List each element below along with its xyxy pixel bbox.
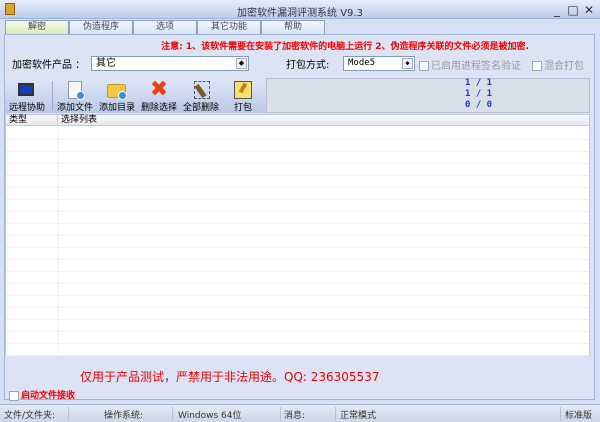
status-bar: 文件/文件夹: 操作系统: Windows 64位 消息: 正常模式 标准版 (0, 404, 600, 422)
os-value: Windows 64位 (178, 411, 242, 421)
delete-all-button[interactable]: 全部删除 (180, 78, 222, 113)
row-gridline (6, 283, 589, 284)
os-label: 操作系统: (104, 411, 144, 421)
row-gridline (6, 199, 589, 200)
product-label: 加密软件产品 ： (12, 60, 86, 71)
pack-icon (232, 80, 254, 100)
row-gridline (6, 295, 589, 296)
pack-button[interactable]: 打包 (225, 78, 261, 113)
folder-add-icon (106, 80, 128, 100)
toolbar: 远程协助 添加文件 添加目录 ✖ 删除选择 全部删除 打包 (5, 78, 266, 113)
row-gridline (6, 235, 589, 236)
checkbox-box (419, 61, 429, 71)
title-bar: 加密软件漏洞评测系统 V9.3 _ □ ✕ (0, 0, 600, 19)
tab-help[interactable]: 帮助 (261, 20, 325, 34)
mix-pack-checkbox[interactable]: 混合打包 (532, 57, 584, 72)
chevron-down-icon: ◆ (236, 58, 247, 69)
row-gridline (6, 259, 589, 260)
row-gridline (6, 319, 589, 320)
row-gridline (6, 307, 589, 308)
file-label: 文件/文件夹: (4, 411, 56, 421)
counter-1: 1 / 1 (465, 78, 493, 88)
pack-value: Mode5 (348, 58, 376, 68)
row-gridline (6, 139, 589, 140)
delete-icon: ✖ (149, 77, 169, 102)
file-list[interactable]: 类型 选择列表 (5, 114, 590, 357)
file-add-icon (64, 80, 86, 100)
sign-verify-checkbox[interactable]: 已启用进程签名验证 (419, 57, 521, 72)
chevron-down-icon: ◆ (402, 58, 413, 69)
tab-options[interactable]: 选项 (133, 20, 197, 34)
product-value: 其它 (96, 58, 116, 69)
column-selection[interactable]: 选择列表 (58, 115, 97, 125)
tab-bar: 解密 伪造程序 选项 其它功能 帮助 (5, 20, 325, 34)
progress-area (266, 78, 590, 113)
pack-label: 打包方式: (286, 60, 330, 71)
tab-decrypt[interactable]: 解密 (5, 20, 69, 34)
row-gridline (6, 331, 589, 332)
monitor-icon (16, 80, 38, 100)
remote-label: 远程协助 (8, 103, 45, 113)
row-gridline (6, 343, 589, 344)
row-gridline (6, 163, 589, 164)
row-gridline (6, 211, 589, 212)
add-dir-button[interactable]: 添加目录 (96, 78, 138, 113)
broom-icon (190, 80, 212, 100)
tab-forge[interactable]: 伪造程序 (69, 20, 133, 34)
row-gridline (6, 247, 589, 248)
product-select[interactable]: 其它 ◆ (91, 56, 249, 71)
pack-label: 打包 (233, 103, 252, 113)
row-gridline (6, 151, 589, 152)
row-gridline (6, 187, 589, 188)
add-dir-label: 添加目录 (98, 103, 135, 113)
window-title: 加密软件漏洞评测系统 V9.3 (237, 8, 363, 19)
message-value: 正常模式 (340, 411, 377, 421)
maximize-button[interactable]: □ (566, 3, 580, 17)
tab-other[interactable]: 其它功能 (197, 20, 261, 34)
delete-selected-button[interactable]: ✖ 删除选择 (138, 77, 180, 114)
mix-pack-label: 混合打包 (544, 61, 584, 72)
checkbox-box (9, 390, 19, 401)
sign-verify-label: 已启用进程签名验证 (431, 61, 521, 72)
notice-text: 注意: 1、该软件需要在安装了加密软件的电脑上运行 2、伪造程序关联的文件必须是… (161, 42, 529, 52)
row-gridline (6, 175, 589, 176)
add-file-button[interactable]: 添加文件 (54, 78, 96, 113)
table-header: 类型 选择列表 (6, 115, 589, 126)
counter-2: 1 / 1 (465, 89, 493, 99)
minimize-button[interactable]: _ (550, 3, 564, 17)
warning-text: 仅用于产品测试，严禁用于非法用途。QQ: 236305537 (80, 370, 380, 384)
counter-3: 0 / 0 (465, 100, 493, 110)
message-label: 消息: (284, 411, 306, 421)
close-button[interactable]: ✕ (582, 3, 596, 17)
pack-select[interactable]: Mode5 ◆ (343, 56, 415, 71)
add-file-label: 添加文件 (56, 103, 93, 113)
row-gridline (6, 223, 589, 224)
receive-file-checkbox[interactable]: 启动文件接收 (9, 388, 75, 401)
delete-all-label: 全部删除 (182, 103, 219, 113)
column-type[interactable]: 类型 (6, 115, 58, 125)
remote-assist-button[interactable]: 远程协助 (5, 78, 49, 113)
row-gridline (6, 355, 589, 356)
edition-label: 标准版 (565, 411, 593, 421)
row-gridline (6, 271, 589, 272)
receive-file-label: 启动文件接收 (21, 391, 76, 401)
checkbox-box (532, 61, 542, 71)
